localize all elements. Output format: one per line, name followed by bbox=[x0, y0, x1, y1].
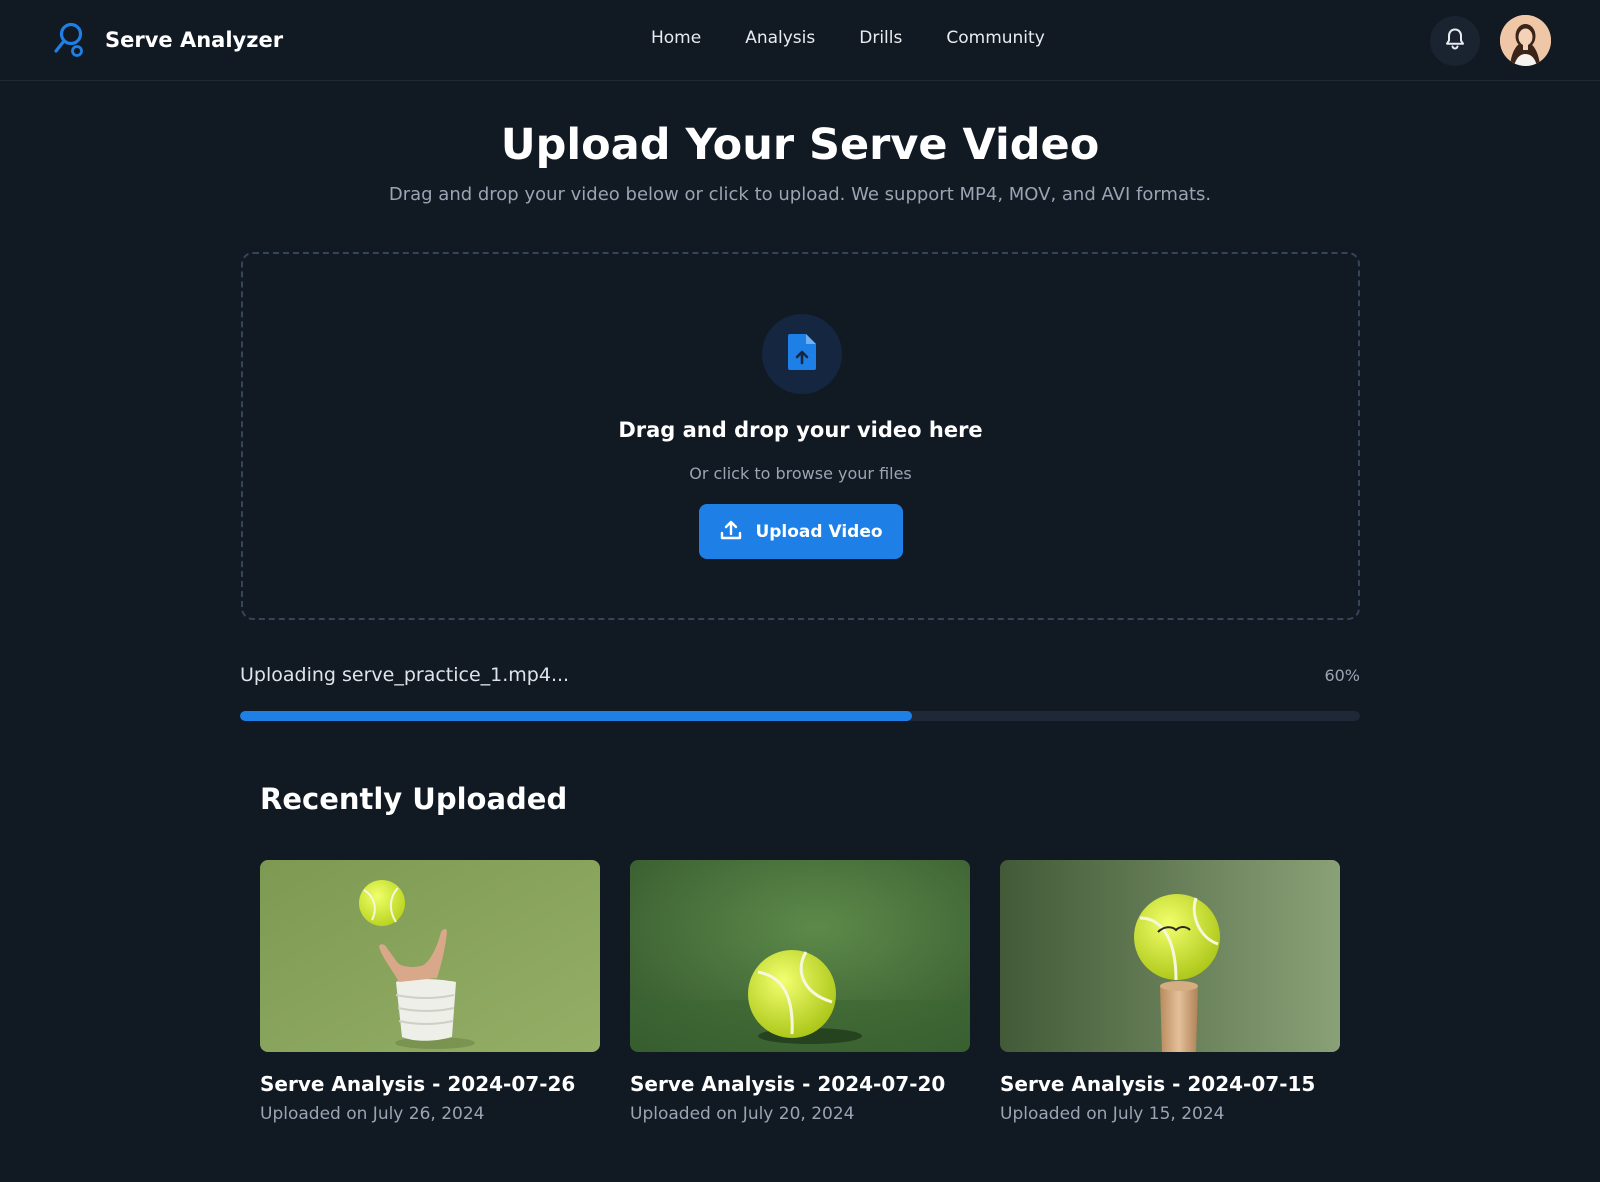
file-upload-icon bbox=[786, 332, 818, 376]
video-thumbnail bbox=[260, 860, 600, 1052]
bell-icon bbox=[1444, 27, 1466, 55]
nav-item-drills[interactable]: Drills bbox=[859, 28, 902, 48]
nav-item-home[interactable]: Home bbox=[651, 28, 701, 48]
nav-item-analysis[interactable]: Analysis bbox=[745, 28, 815, 48]
notifications-button[interactable] bbox=[1430, 16, 1480, 66]
card-date: Uploaded on July 20, 2024 bbox=[630, 1104, 855, 1124]
card-title: Serve Analysis - 2024-07-20 bbox=[630, 1072, 946, 1096]
upload-progress-fill bbox=[240, 711, 912, 721]
video-thumbnail bbox=[1000, 860, 1340, 1052]
dropzone-subtitle: Or click to browse your files bbox=[689, 464, 912, 483]
upload-icon bbox=[719, 518, 743, 546]
recent-upload-card[interactable]: Serve Analysis - 2024-07-15 Uploaded on … bbox=[1000, 860, 1340, 1124]
video-dropzone[interactable]: Drag and drop your video here Or click t… bbox=[241, 252, 1360, 620]
page-subtitle: Drag and drop your video below or click … bbox=[388, 184, 1212, 205]
upload-progress-label: Uploading serve_practice_1.mp4... bbox=[240, 664, 570, 686]
upload-progress-bar bbox=[240, 711, 1360, 721]
dropzone-title: Drag and drop your video here bbox=[618, 418, 983, 442]
recent-uploads-heading: Recently Uploaded bbox=[260, 782, 568, 816]
nav-item-community[interactable]: Community bbox=[946, 28, 1044, 48]
racket-logo-icon bbox=[50, 20, 88, 60]
brand[interactable]: Serve Analyzer bbox=[50, 20, 283, 60]
file-upload-icon-badge bbox=[762, 314, 842, 394]
recent-upload-card[interactable]: Serve Analysis - 2024-07-26 Uploaded on … bbox=[260, 860, 600, 1124]
main-nav: Home Analysis Drills Community bbox=[651, 28, 1045, 48]
top-nav-bar: Serve Analyzer Home Analysis Drills Comm… bbox=[0, 0, 1600, 81]
recent-upload-card[interactable]: Serve Analysis - 2024-07-20 Uploaded on … bbox=[630, 860, 970, 1124]
upload-video-button[interactable]: Upload Video bbox=[699, 504, 903, 559]
recent-uploads-list: Serve Analysis - 2024-07-26 Uploaded on … bbox=[260, 860, 1340, 1124]
page-title: Upload Your Serve Video bbox=[500, 120, 1100, 170]
upload-progress-percent: 60% bbox=[1324, 666, 1360, 685]
card-date: Uploaded on July 15, 2024 bbox=[1000, 1104, 1225, 1124]
card-title: Serve Analysis - 2024-07-15 bbox=[1000, 1072, 1316, 1096]
upload-button-label: Upload Video bbox=[755, 521, 883, 542]
user-avatar[interactable] bbox=[1500, 15, 1551, 66]
video-thumbnail bbox=[630, 860, 970, 1052]
card-date: Uploaded on July 26, 2024 bbox=[260, 1104, 485, 1124]
app-name: Serve Analyzer bbox=[105, 28, 284, 52]
card-title: Serve Analysis - 2024-07-26 bbox=[260, 1072, 576, 1096]
